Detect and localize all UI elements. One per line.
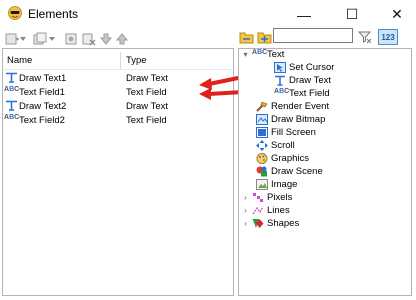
- image-icon: [256, 179, 268, 190]
- text-field-icon: ABC: [274, 88, 290, 95]
- expand-icon[interactable]: ›: [242, 219, 249, 228]
- expand-all-icon[interactable]: [239, 30, 254, 44]
- header-divider: [3, 69, 233, 70]
- row-name: Draw Text1: [19, 73, 67, 84]
- tree-item-set-cursor[interactable]: Set Cursor: [274, 61, 410, 74]
- tree-item-label: Fill Screen: [271, 127, 316, 138]
- clear-filter-icon[interactable]: [357, 29, 372, 44]
- minimize-button[interactable]: —: [281, 0, 327, 29]
- search-input[interactable]: [273, 28, 353, 43]
- text-category-icon: ABC: [252, 49, 268, 56]
- row-name: Text Field2: [19, 115, 65, 126]
- row-name: Text Field1: [19, 87, 65, 98]
- tree-item-label: Pixels: [267, 192, 293, 203]
- text-field-icon: ABC: [4, 114, 20, 121]
- tree-item-label: Set Cursor: [289, 62, 335, 73]
- graphics-icon: [256, 153, 268, 164]
- row-type: Text Field: [126, 115, 167, 126]
- tree-item-image[interactable]: Image: [256, 178, 410, 191]
- tree-item-render-event[interactable]: Render Event: [256, 100, 410, 113]
- pixels-icon: [253, 193, 263, 202]
- tree-item-label: Draw Scene: [271, 166, 323, 177]
- row-name: Draw Text2: [19, 101, 67, 112]
- delete-icon[interactable]: [82, 32, 96, 46]
- tree-item-fill-screen[interactable]: Fill Screen: [256, 126, 410, 139]
- tree-item-shapes[interactable]: › Shapes: [242, 217, 410, 230]
- tree-item-draw-text[interactable]: Draw Text: [274, 74, 410, 87]
- tree-item-label: Graphics: [271, 153, 310, 164]
- draw-scene-icon: [256, 166, 267, 177]
- shapes-icon: [252, 219, 264, 228]
- lines-icon: [252, 206, 264, 215]
- tree-item-label: Draw Bitmap: [271, 114, 326, 125]
- draw-text-icon: [275, 75, 285, 86]
- tree-item-label: Scroll: [271, 140, 295, 151]
- maximize-button[interactable]: ☐: [329, 0, 375, 29]
- move-up-icon[interactable]: [115, 32, 129, 46]
- tree-item-pixels[interactable]: › Pixels: [242, 191, 410, 204]
- chevron-down-icon[interactable]: [49, 37, 55, 41]
- scroll-icon: [256, 140, 268, 151]
- draw-bitmap-icon: [256, 114, 268, 125]
- window-title: Elements: [28, 7, 79, 21]
- tree-item-draw-bitmap[interactable]: Draw Bitmap: [256, 113, 410, 126]
- toolbar: [0, 29, 416, 48]
- add-group-icon[interactable]: [33, 32, 47, 46]
- move-down-icon[interactable]: [99, 32, 113, 46]
- expand-icon[interactable]: ›: [242, 206, 249, 215]
- expand-icon[interactable]: ›: [242, 193, 249, 202]
- app-icon: [8, 6, 22, 20]
- add-element-icon[interactable]: [5, 32, 19, 46]
- row-type: Draw Text: [126, 73, 169, 84]
- tree-item-label: Render Event: [271, 101, 330, 112]
- fill-screen-icon: [256, 127, 268, 138]
- tree-item-label: Draw Text: [289, 75, 332, 86]
- tree-item-lines[interactable]: › Lines: [242, 204, 410, 217]
- column-header-name[interactable]: Name: [7, 55, 32, 66]
- draw-text-icon: [6, 100, 17, 111]
- sort-numeric-toggle[interactable]: 123: [378, 29, 398, 45]
- toolbox-tree: ▾ ABC Text Set Cursor Draw Text ABC Text…: [240, 48, 410, 230]
- tree-item-label: Shapes: [267, 218, 300, 229]
- tree-item-label: Lines: [267, 205, 290, 216]
- tree-item-graphics[interactable]: Graphics: [256, 152, 410, 165]
- tree-item-text-field[interactable]: ABC Text Field: [274, 87, 410, 100]
- tree-item-label: Text: [267, 49, 285, 60]
- tree-item-label: Text Field: [289, 88, 330, 99]
- collapse-icon[interactable]: ▾: [242, 50, 249, 59]
- draw-text-icon: [6, 72, 17, 83]
- row-type: Text Field: [126, 87, 167, 98]
- column-header-type[interactable]: Type: [126, 55, 147, 66]
- tree-item-text[interactable]: ▾ ABC Text: [242, 48, 410, 61]
- set-cursor-icon: [274, 62, 286, 73]
- column-divider[interactable]: [120, 52, 121, 69]
- tree-item-draw-scene[interactable]: Draw Scene: [256, 165, 410, 178]
- collapse-all-icon[interactable]: [257, 30, 272, 44]
- text-field-icon: ABC: [4, 86, 20, 93]
- chevron-down-icon[interactable]: [20, 37, 26, 41]
- tree-item-scroll[interactable]: Scroll: [256, 139, 410, 152]
- render-event-icon: [256, 101, 268, 112]
- row-type: Draw Text: [126, 101, 169, 112]
- tree-item-label: Image: [271, 179, 298, 190]
- close-button[interactable]: ✕: [374, 0, 416, 29]
- properties-icon[interactable]: [64, 32, 78, 46]
